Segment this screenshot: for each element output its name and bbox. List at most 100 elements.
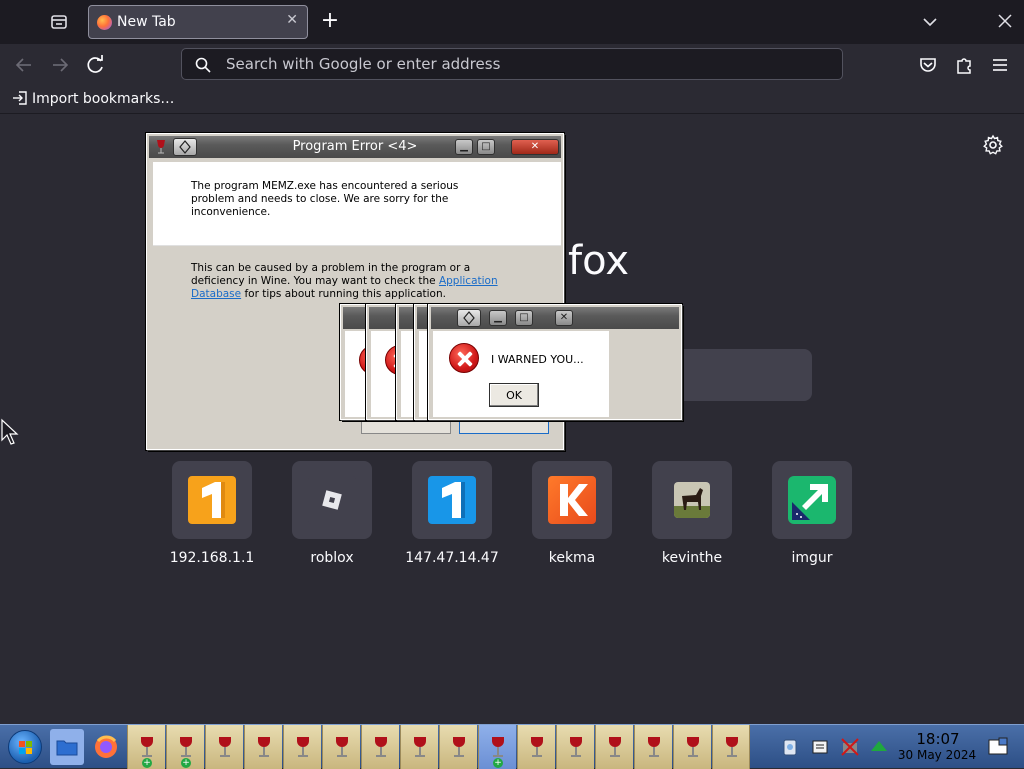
back-button[interactable] [10, 52, 38, 78]
show-desktop-icon[interactable] [986, 735, 1010, 759]
firefox-launcher[interactable] [89, 729, 123, 765]
taskbar-window[interactable] [595, 725, 633, 769]
clock-time[interactable]: 18:07 [906, 730, 970, 748]
hidden-button[interactable] [361, 418, 451, 434]
taskbar-window[interactable] [439, 725, 477, 769]
firefox-wordmark: fox [568, 238, 629, 284]
imgur-icon [788, 476, 836, 524]
shortcut-tile[interactable]: imgur [772, 461, 852, 567]
taskbar-window[interactable] [517, 725, 555, 769]
wine-glass-icon [609, 737, 621, 747]
shortcut-label: kekma [548, 550, 596, 566]
forward-button[interactable] [46, 52, 74, 78]
app-menu-button[interactable] [986, 52, 1014, 78]
wine-glass-foot [688, 755, 698, 757]
close-tab-icon[interactable]: ✕ [286, 12, 298, 28]
taskbar-window[interactable] [673, 725, 711, 769]
back-arrow-icon [15, 58, 31, 72]
wine-glass-stem [341, 747, 343, 755]
wine-glass-icon [570, 737, 582, 747]
warning-titlebar[interactable]: ▁ □ ✕ [431, 307, 679, 329]
import-bookmarks-button[interactable]: Import bookmarks… [12, 90, 174, 107]
ok-button[interactable]: OK [489, 383, 539, 407]
shortcut-label: imgur [791, 550, 833, 566]
close-button[interactable]: ✕ [511, 139, 559, 155]
address-bar[interactable] [181, 48, 843, 80]
warning-message: I WARNED YOU... [491, 353, 584, 366]
tab-new-tab[interactable]: New Tab ✕ [88, 5, 308, 39]
shortcut-label: kevinthe [661, 550, 723, 566]
pocket-icon [920, 58, 936, 72]
wine-glass-stem [263, 747, 265, 755]
taskbar-window[interactable] [712, 725, 750, 769]
taskbar-window[interactable] [634, 725, 672, 769]
url-input[interactable] [226, 52, 826, 76]
wine-glass-icon [297, 737, 309, 747]
firefox-icon [95, 735, 117, 758]
taskbar-window[interactable] [205, 725, 243, 769]
taskbar-window[interactable]: + [127, 725, 165, 769]
taskbar-window[interactable] [361, 725, 399, 769]
error-message-panel: The program MEMZ.exe has encountered a s… [153, 162, 561, 246]
wine-glass-stem [302, 747, 304, 755]
close-button[interactable]: ✕ [555, 310, 573, 326]
bookmarks-toolbar: Import bookmarks… [0, 86, 1024, 114]
tab-bar: New Tab ✕ + [0, 0, 1024, 44]
wine-glass-foot [220, 755, 230, 757]
window-close-button[interactable] [996, 12, 1014, 30]
taskbar-window-active[interactable]: + [478, 725, 516, 769]
shortcut-tile[interactable]: roblox [292, 461, 372, 567]
plus-badge-icon: + [181, 758, 191, 768]
maximize-button[interactable]: □ [477, 139, 495, 155]
mouse-cursor-icon [1, 418, 19, 445]
update-arrow-icon[interactable] [869, 737, 889, 757]
wine-glass-stem [731, 747, 733, 755]
taskbar-window[interactable] [244, 725, 282, 769]
minimize-button[interactable]: ▁ [489, 310, 507, 326]
wine-glass-foot [181, 755, 191, 757]
taskbar-window[interactable] [322, 725, 360, 769]
notes-icon[interactable] [810, 737, 830, 757]
hidden-default-button[interactable] [459, 418, 549, 434]
personalize-button[interactable] [982, 134, 1004, 156]
file-manager-launcher[interactable] [50, 729, 84, 765]
roblox-icon [308, 476, 356, 524]
clock-date[interactable]: 30 May 2024 [894, 748, 980, 762]
wine-glass-icon [726, 737, 738, 747]
wine-glass-stem [185, 747, 187, 755]
new-tab-search-box[interactable] [660, 349, 812, 401]
network-disconnected-icon[interactable] [840, 737, 860, 757]
taskbar-window[interactable] [400, 725, 438, 769]
shortcut-tile[interactable]: 192.168.1.1 [170, 461, 254, 567]
clipboard-icon[interactable] [780, 737, 800, 757]
pocket-button[interactable] [914, 52, 942, 78]
reload-icon [87, 55, 103, 73]
horse-icon [674, 482, 710, 518]
shortcut-tile[interactable]: kevinthe [652, 461, 732, 567]
shortcut-tile[interactable]: kekma [532, 461, 612, 567]
new-tab-button[interactable]: + [318, 8, 342, 36]
wine-glass-foot [142, 755, 152, 757]
wine-glass-stem [692, 747, 694, 755]
list-all-tabs-button[interactable] [918, 10, 942, 34]
forward-arrow-icon [53, 58, 69, 72]
taskbar-window[interactable]: + [166, 725, 204, 769]
maximize-button[interactable]: □ [515, 310, 533, 326]
taskbar-window[interactable] [283, 725, 321, 769]
wine-glass-icon [687, 737, 699, 747]
error-detail: This can be caused by a problem in the p… [191, 262, 511, 301]
warning-dialog: ▁ □ ✕ I WARNED YOU... OK [428, 304, 682, 420]
minimize-button[interactable]: ▁ [455, 139, 473, 155]
reload-button[interactable] [82, 52, 110, 78]
start-button[interactable] [8, 730, 42, 764]
firefox-favicon-icon [97, 15, 112, 30]
taskbar-window[interactable] [556, 725, 594, 769]
wine-glass-icon [453, 737, 465, 747]
window-menu-button[interactable] [457, 309, 481, 327]
program-error-titlebar[interactable]: Program Error <4> ▁ □ ✕ [149, 136, 561, 158]
shortcut-tile[interactable]: 147.47.14.47 [405, 461, 499, 567]
extensions-button[interactable] [950, 52, 978, 78]
firefox-view-button[interactable] [44, 8, 74, 36]
hamburger-menu-icon [993, 59, 1007, 71]
wine-glass-icon [414, 737, 426, 747]
